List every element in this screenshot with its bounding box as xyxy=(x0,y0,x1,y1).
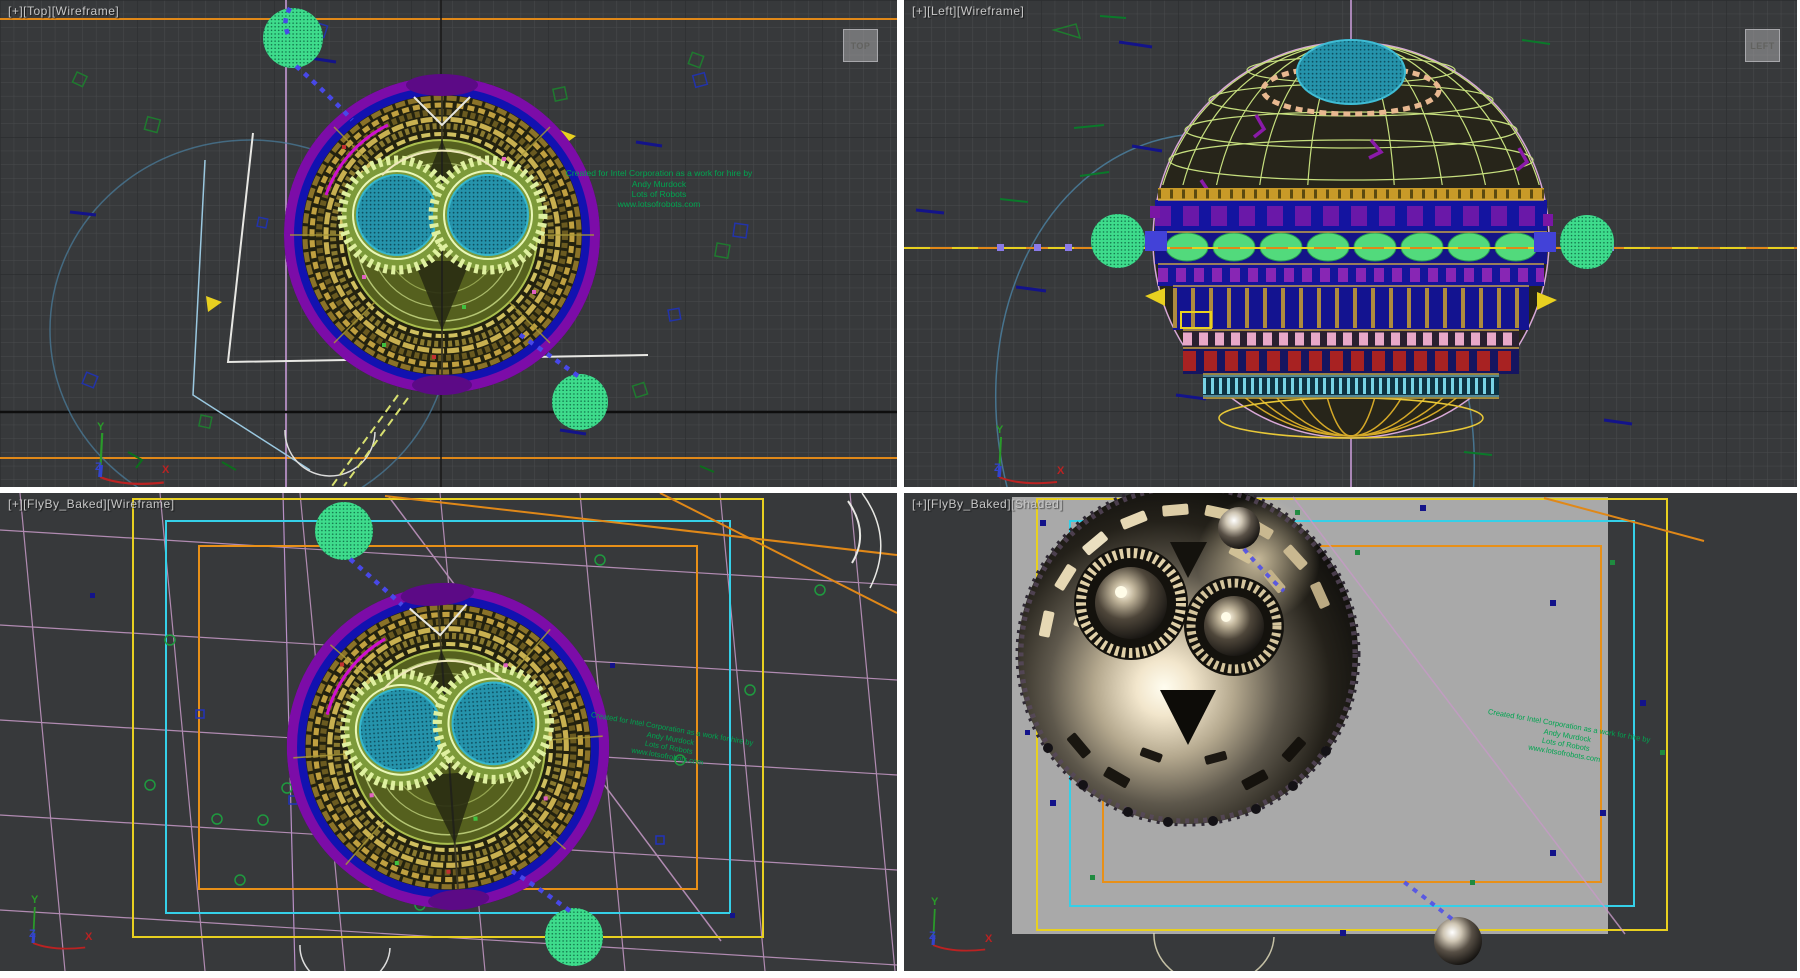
svg-text:X: X xyxy=(85,931,93,943)
svg-text:Y: Y xyxy=(97,421,105,433)
viewport-quad-layout: Created for Intel Corporation as a work … xyxy=(0,0,1800,978)
viewport-label-left[interactable]: [+][Left][Wireframe] xyxy=(912,4,1024,18)
viewcube-left[interactable]: LEFT xyxy=(1745,29,1780,62)
svg-text:Andy Murdock: Andy Murdock xyxy=(632,179,687,189)
viewport-top-wireframe[interactable]: Created for Intel Corporation as a work … xyxy=(0,0,897,487)
viewport-camera-wireframe[interactable]: Created for Intel Corporation as a work … xyxy=(0,493,897,971)
svg-text:Z: Z xyxy=(95,461,102,473)
svg-text:X: X xyxy=(985,933,993,945)
viewport-label-camera-shaded[interactable]: [+][FlyBy_Baked][Shaded] xyxy=(912,497,1063,511)
svg-text:Y: Y xyxy=(31,894,39,906)
svg-text:Y: Y xyxy=(996,424,1004,436)
scene-camera-shaded: Created for Intel Corporation as a work … xyxy=(904,493,1797,971)
viewport-left-wireframe[interactable]: Y Z X [+][Left][Wireframe] LEFT xyxy=(904,0,1797,487)
svg-text:Y: Y xyxy=(931,896,939,908)
svg-text:Z: Z xyxy=(994,462,1001,474)
svg-text:Created for Intel Corporation: Created for Intel Corporation as a work … xyxy=(566,168,753,178)
viewcube-face-label[interactable]: TOP xyxy=(851,41,871,51)
svg-text:X: X xyxy=(1057,465,1065,477)
viewport-camera-shaded[interactable]: Created for Intel Corporation as a work … xyxy=(904,493,1797,971)
svg-text:Z: Z xyxy=(929,930,936,942)
eye-gear-right xyxy=(1184,576,1284,676)
viewcube-face-label[interactable]: LEFT xyxy=(1750,41,1775,51)
model-sphere-camera-view[interactable] xyxy=(276,572,620,921)
scene-top-view: Created for Intel Corporation as a work … xyxy=(0,0,897,487)
svg-text:Z: Z xyxy=(29,928,36,940)
eye-gear-left xyxy=(1074,546,1188,660)
viewport-label-camera-wireframe[interactable]: [+][FlyBy_Baked][Wireframe] xyxy=(8,497,175,511)
svg-text:Lots of Robots: Lots of Robots xyxy=(632,189,687,199)
axis-tripod: Y Z X xyxy=(929,896,993,951)
svg-text:www.lotsofrobots.com: www.lotsofrobots.com xyxy=(617,199,701,209)
scene-left-view: Y Z X xyxy=(904,0,1797,487)
svg-text:X: X xyxy=(162,464,170,476)
viewcube-top[interactable]: TOP xyxy=(843,29,878,62)
scene-camera-wireframe: Created for Intel Corporation as a work … xyxy=(0,493,897,971)
viewport-label-top[interactable]: [+][Top][Wireframe] xyxy=(8,4,119,18)
axis-tripod: Y Z X xyxy=(29,894,93,949)
